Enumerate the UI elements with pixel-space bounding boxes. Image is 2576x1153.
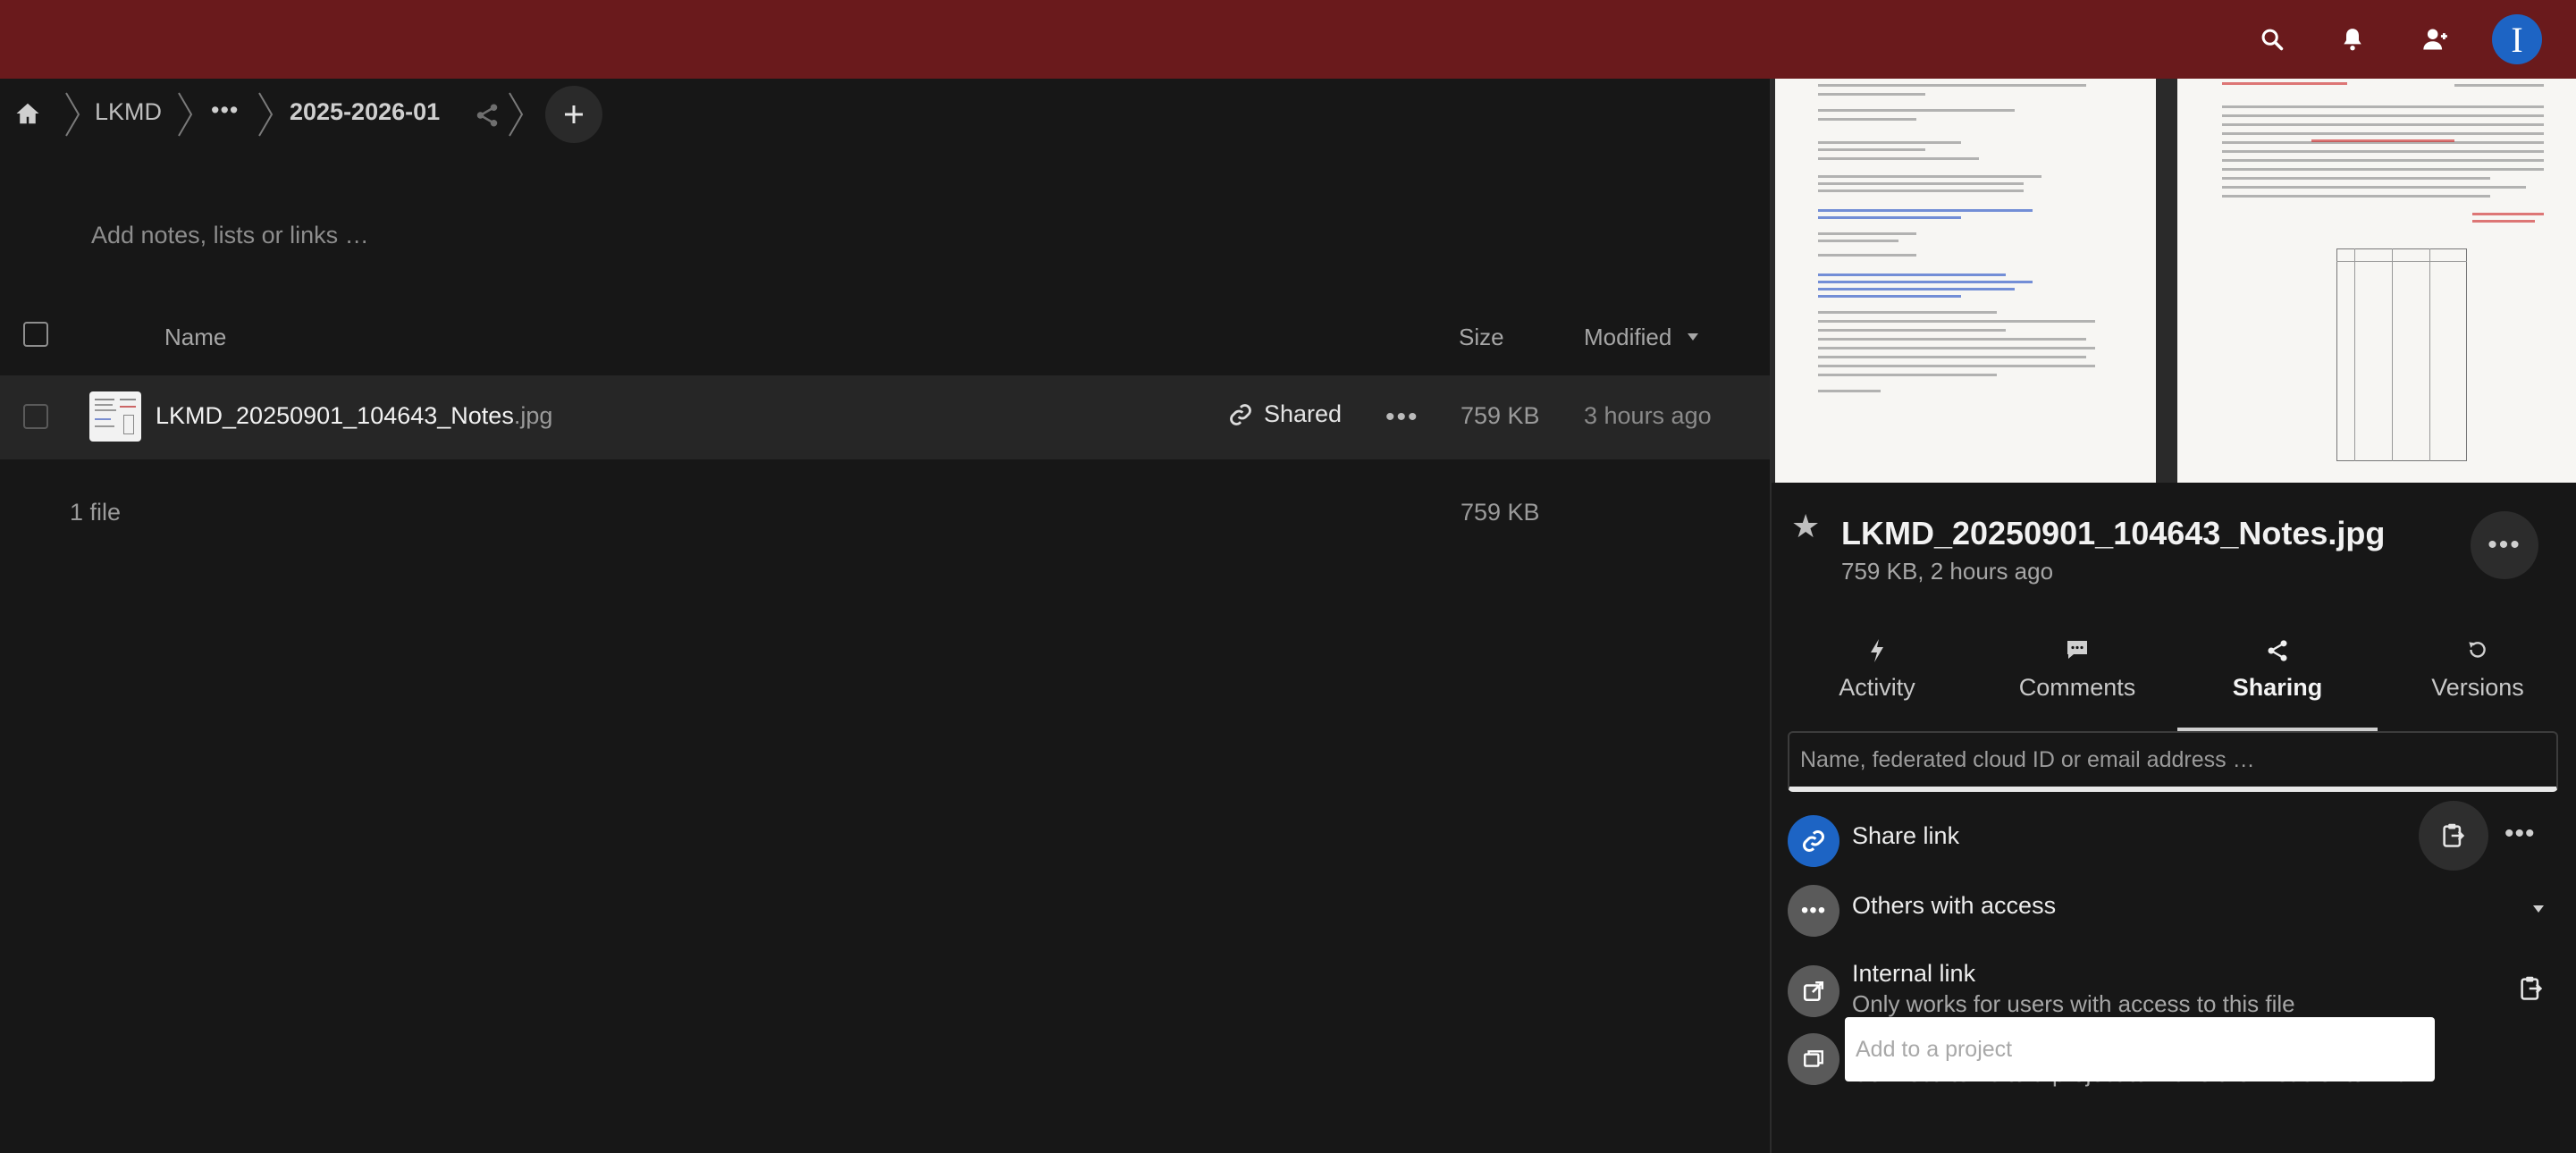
contacts-icon[interactable] xyxy=(2419,23,2451,55)
copy-internal-link-button[interactable] xyxy=(2513,971,2549,1006)
breadcrumb-lkmd[interactable]: LKMD xyxy=(95,98,162,126)
row-checkbox[interactable] xyxy=(23,404,48,429)
new-button[interactable] xyxy=(545,86,602,143)
tab-versions[interactable]: Versions xyxy=(2378,633,2576,731)
shared-label: Shared xyxy=(1264,400,1343,427)
others-access-entry[interactable]: ••• Others with access xyxy=(1788,879,2558,940)
plus-icon xyxy=(565,105,583,123)
add-to-project-input[interactable] xyxy=(1845,1017,2435,1081)
user-avatar[interactable]: I xyxy=(2492,14,2542,64)
file-basename: LKMD_20250901_104643_Notes xyxy=(156,402,514,429)
project-icon xyxy=(1788,1033,1839,1085)
copy-share-link-button[interactable] xyxy=(2419,801,2488,871)
folder-notes-placeholder[interactable]: Add notes, lists or links … xyxy=(91,222,369,249)
share-link-entry: Share link ••• xyxy=(1788,801,2558,871)
tab-comments-label: Comments xyxy=(2018,674,2136,701)
share-link-label: Share link xyxy=(1852,822,1960,849)
tab-comments[interactable]: Comments xyxy=(1977,633,2177,731)
internal-link-label: Internal link xyxy=(1852,960,1976,987)
shared-button[interactable]: Shared xyxy=(1228,400,1342,428)
file-name[interactable]: LKMD_20250901_104643_Notes.jpg xyxy=(156,402,552,430)
bolt-icon xyxy=(1777,638,1977,670)
clipboard-icon xyxy=(2521,976,2543,1000)
file-size: 759 KB xyxy=(1461,402,1540,429)
sidebar-file-name: LKMD_20250901_104643_Notes.jpg xyxy=(1841,515,2386,551)
tab-sharing-label: Sharing xyxy=(2232,674,2323,701)
file-modified: 3 hours ago xyxy=(1584,402,1712,429)
share-icon xyxy=(2177,638,2378,670)
more-icon: ••• xyxy=(1788,885,1839,937)
preview-page-left xyxy=(1775,79,2156,483)
external-link-icon xyxy=(1788,965,1839,1017)
top-bar: I xyxy=(0,0,2576,79)
clipboard-icon xyxy=(2443,823,2465,847)
chevron-right-icon xyxy=(65,92,80,137)
column-name[interactable]: Name xyxy=(164,324,226,351)
select-all-checkbox[interactable] xyxy=(23,322,48,347)
breadcrumb-more-button[interactable]: ••• xyxy=(211,97,239,124)
share-icon[interactable] xyxy=(474,102,501,129)
column-size[interactable]: Size xyxy=(1459,324,1504,351)
history-icon xyxy=(2378,638,2576,670)
tab-activity-label: Activity xyxy=(1839,674,1915,701)
details-sidebar: ★ LKMD_20250901_104643_Notes.jpg 759 KB,… xyxy=(1770,79,2576,1153)
bell-icon[interactable] xyxy=(2336,23,2369,55)
column-modified[interactable]: Modified xyxy=(1584,324,1671,351)
link-icon xyxy=(1230,403,1251,425)
comment-icon xyxy=(1977,638,2177,670)
tab-sharing[interactable]: Sharing xyxy=(2177,633,2378,731)
sidebar-more-button[interactable]: ••• xyxy=(2471,511,2538,579)
file-thumbnail[interactable] xyxy=(89,391,141,442)
table-header: Name Size Modified xyxy=(0,299,1770,375)
chevron-down-icon[interactable] xyxy=(2531,905,2546,913)
chevron-right-icon xyxy=(178,92,193,137)
breadcrumb: LKMD ••• 2025-2026-01 xyxy=(0,79,1770,150)
sidebar-file-meta: 759 KB, 2 hours ago xyxy=(1841,558,2054,585)
share-recipient-input[interactable] xyxy=(1788,731,2558,792)
preview-page-right xyxy=(2177,79,2576,483)
favorite-star-icon[interactable]: ★ xyxy=(1791,508,1820,545)
tab-versions-label: Versions xyxy=(2431,674,2524,701)
tab-activity[interactable]: Activity xyxy=(1777,633,1977,731)
internal-link-description: Only works for users with access to this… xyxy=(1852,990,2295,1017)
file-preview-image[interactable] xyxy=(1772,79,2576,483)
total-size-summary: 759 KB xyxy=(1461,499,1540,526)
chevron-right-icon xyxy=(258,92,274,137)
link-icon xyxy=(1788,815,1839,867)
file-count-summary: 1 file xyxy=(70,499,122,526)
breadcrumb-current-folder[interactable]: 2025-2026-01 xyxy=(290,98,440,126)
share-link-menu-button[interactable]: ••• xyxy=(2504,819,2536,849)
sort-desc-icon xyxy=(1688,333,1698,341)
file-extension: .jpg xyxy=(513,402,553,429)
others-access-label: Others with access xyxy=(1852,892,2057,919)
table-row[interactable]: LKMD_20250901_104643_Notes.jpg Shared ••… xyxy=(0,375,1770,459)
home-icon[interactable] xyxy=(14,100,41,131)
search-icon[interactable] xyxy=(2256,23,2288,55)
row-actions-button[interactable]: ••• xyxy=(1385,402,1419,433)
chevron-right-icon xyxy=(509,92,524,137)
